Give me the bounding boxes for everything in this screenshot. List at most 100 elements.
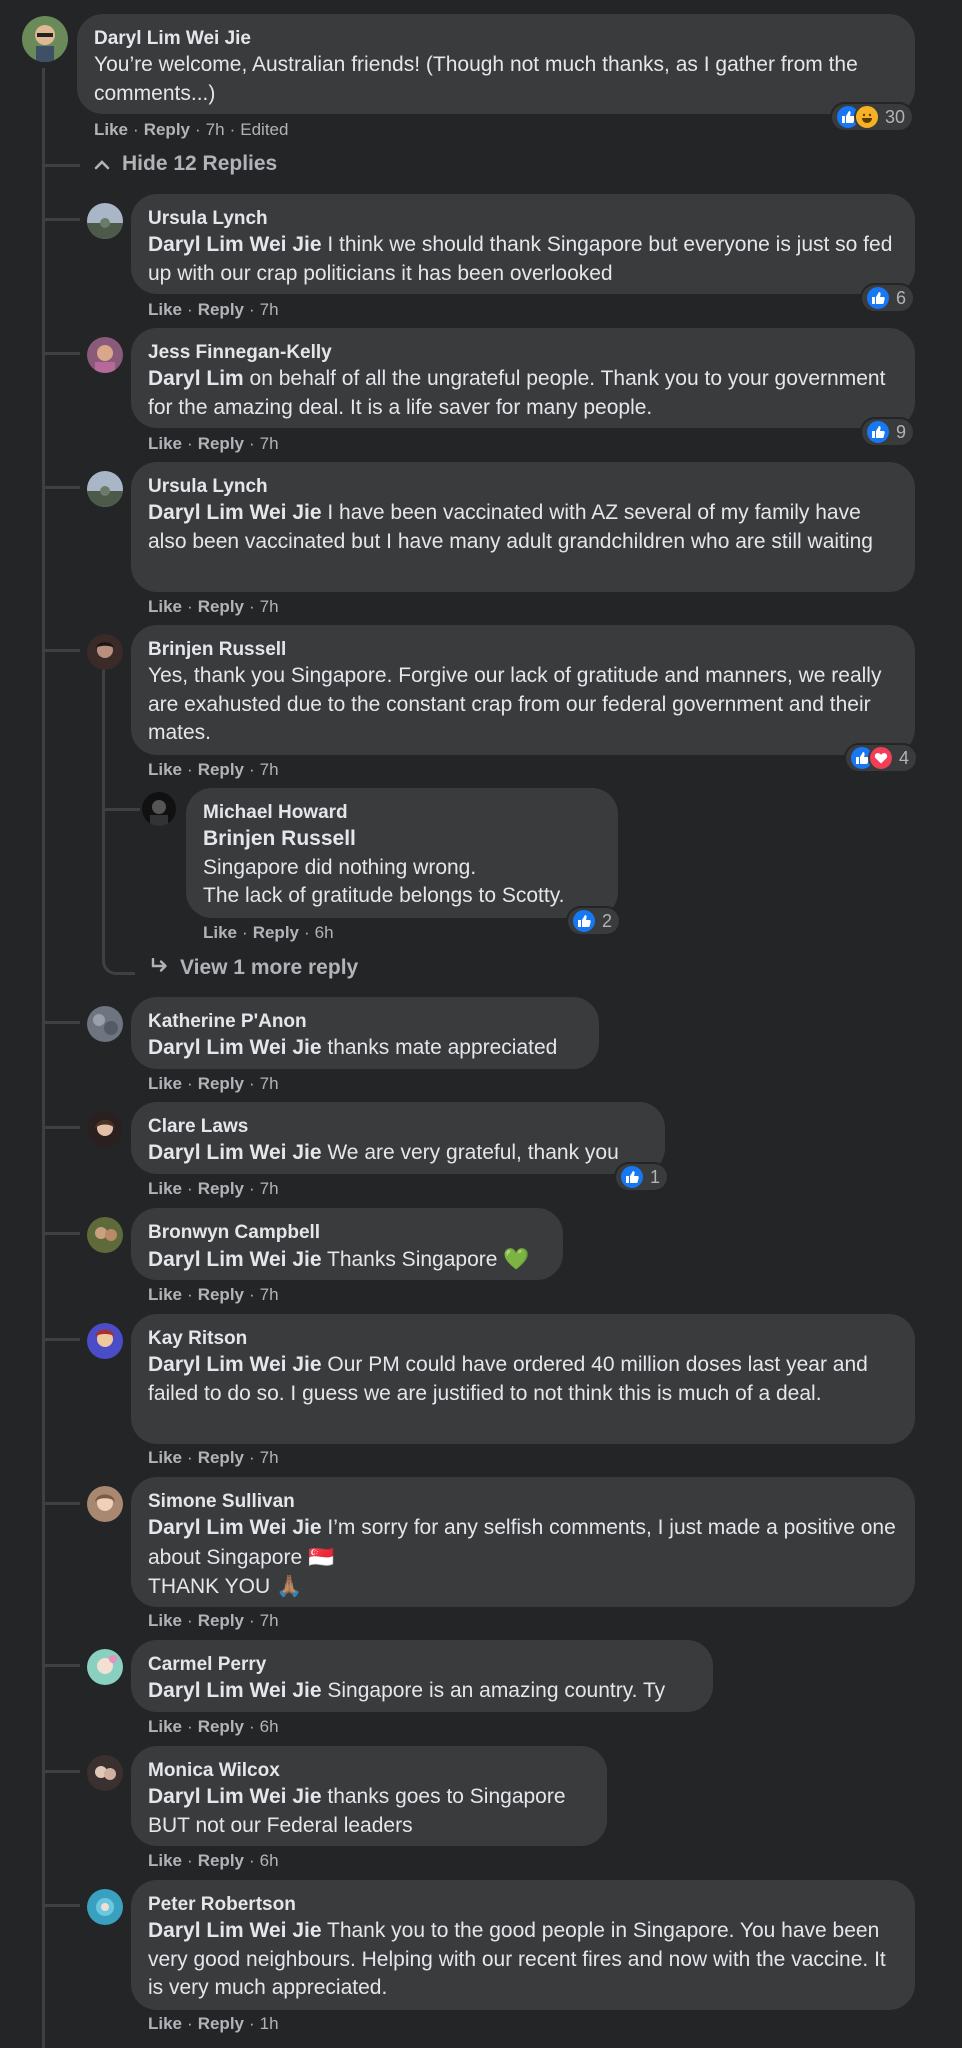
reply-button[interactable]: Reply [198, 1448, 244, 1467]
reply-button[interactable]: Reply [198, 597, 244, 616]
comment-author[interactable]: Brinjen Russell [148, 638, 898, 662]
timestamp[interactable]: 7h [260, 1285, 279, 1304]
reply-button[interactable]: Reply [198, 300, 244, 319]
reply-button[interactable]: Reply [198, 434, 244, 453]
like-button[interactable]: Like [94, 120, 128, 139]
reaction-summary[interactable]: 9 [862, 419, 914, 445]
comment-author[interactable]: Bronwyn Campbell [148, 1221, 546, 1245]
mention-link[interactable]: Daryl Lim Wei Jie [148, 1679, 322, 1702]
timestamp[interactable]: 7h [260, 1611, 279, 1630]
comment-author[interactable]: Clare Laws [148, 1115, 648, 1139]
like-button[interactable]: Like [148, 1611, 182, 1630]
reply-button[interactable]: Reply [144, 120, 190, 139]
like-button[interactable]: Like [148, 1285, 182, 1304]
timestamp[interactable]: 6h [260, 1851, 279, 1870]
comment-author[interactable]: Monica Wilcox [148, 1759, 590, 1783]
timestamp[interactable]: 7h [260, 1448, 279, 1467]
comment-author[interactable]: Ursula Lynch [148, 207, 898, 231]
comment-author[interactable]: Ursula Lynch [148, 475, 898, 499]
reply-button[interactable]: Reply [253, 923, 299, 942]
reply-bubble: Bronwyn Campbell Daryl Lim Wei Jie Thank… [131, 1208, 563, 1280]
mention-link[interactable]: Daryl Lim Wei Jie [148, 1353, 322, 1376]
timestamp[interactable]: 7h [206, 120, 225, 139]
reaction-summary[interactable]: 1 [616, 1164, 668, 1190]
avatar[interactable] [87, 1486, 123, 1522]
avatar[interactable] [87, 1889, 123, 1925]
like-button[interactable]: Like [148, 1179, 182, 1198]
reaction-summary[interactable]: 6 [862, 285, 914, 311]
timestamp[interactable]: 7h [260, 300, 279, 319]
mention-link[interactable]: Daryl Lim [148, 367, 244, 390]
reaction-summary[interactable]: 2 [568, 908, 620, 934]
like-button[interactable]: Like [148, 1448, 182, 1467]
like-button[interactable]: Like [148, 2014, 182, 2033]
avatar[interactable] [142, 792, 176, 826]
singapore-flag-emoji: 🇸🇬 [307, 1544, 335, 1569]
avatar[interactable] [87, 634, 123, 670]
like-button[interactable]: Like [148, 434, 182, 453]
avatar[interactable] [87, 203, 123, 239]
avatar[interactable] [87, 1649, 123, 1685]
reply-button[interactable]: Reply [198, 1851, 244, 1870]
avatar[interactable] [87, 1755, 123, 1791]
like-button[interactable]: Like [148, 300, 182, 319]
timestamp[interactable]: 7h [260, 1179, 279, 1198]
comment-text: Brinjen Russell Singapore did nothing wr… [203, 825, 601, 911]
reply-button[interactable]: Reply [198, 1285, 244, 1304]
reply-bubble: Monica Wilcox Daryl Lim Wei Jie thanks g… [131, 1746, 607, 1846]
like-button[interactable]: Like [148, 1717, 182, 1736]
reply-button[interactable]: Reply [198, 760, 244, 779]
comment-text: Daryl Lim Wei Jie We are very grateful, … [148, 1141, 619, 1164]
reply-button[interactable]: Reply [198, 1611, 244, 1630]
mention-link[interactable]: Daryl Lim Wei Jie [148, 1516, 322, 1539]
like-button[interactable]: Like [148, 1074, 182, 1093]
reaction-count: 6 [896, 287, 907, 308]
reaction-summary[interactable]: 30 [832, 104, 913, 130]
timestamp[interactable]: 7h [260, 760, 279, 779]
view-more-replies-button[interactable]: View 1 more reply [150, 956, 358, 980]
avatar[interactable] [87, 1323, 123, 1359]
mention-link[interactable]: Daryl Lim Wei Jie [148, 1141, 322, 1164]
like-button[interactable]: Like [148, 597, 182, 616]
comment-author[interactable]: Michael Howard [203, 801, 601, 825]
avatar[interactable] [87, 337, 123, 373]
timestamp[interactable]: 6h [315, 923, 334, 942]
mention-link[interactable]: Daryl Lim Wei Jie [148, 1785, 322, 1808]
reply-button[interactable]: Reply [198, 1074, 244, 1093]
like-button[interactable]: Like [203, 923, 237, 942]
comment-author[interactable]: Jess Finnegan-Kelly [148, 341, 898, 365]
reply-connector [42, 330, 80, 355]
comment-author[interactable]: Carmel Perry [148, 1653, 696, 1677]
reply-arrow-icon [150, 956, 170, 980]
like-button[interactable]: Like [148, 760, 182, 779]
mention-link[interactable]: Daryl Lim Wei Jie [148, 1036, 322, 1059]
comment-author[interactable]: Simone Sullivan [148, 1490, 898, 1514]
hide-replies-button[interactable]: Hide 12 Replies [94, 152, 277, 176]
reaction-summary[interactable]: 4 [846, 745, 917, 771]
timestamp[interactable]: 7h [260, 1074, 279, 1093]
avatar[interactable] [87, 1006, 123, 1042]
reply-button[interactable]: Reply [198, 1717, 244, 1736]
timestamp[interactable]: 6h [260, 1717, 279, 1736]
comment-author[interactable]: Daryl Lim Wei Jie [94, 27, 898, 51]
comment-author[interactable]: Kay Ritson [148, 1327, 898, 1351]
reply-button[interactable]: Reply [198, 1179, 244, 1198]
comment-text: Daryl Lim Wei Jie Thanks Singapore 💚 [148, 1247, 530, 1271]
avatar[interactable] [87, 1217, 123, 1253]
mention-link[interactable]: Daryl Lim Wei Jie [148, 501, 322, 524]
comment-author[interactable]: Peter Robertson [148, 1893, 898, 1917]
avatar[interactable] [87, 471, 123, 507]
like-button[interactable]: Like [148, 1851, 182, 1870]
mention-link[interactable]: Daryl Lim Wei Jie [148, 233, 322, 256]
avatar[interactable] [87, 1111, 123, 1147]
mention-link[interactable]: Daryl Lim Wei Jie [148, 1919, 322, 1942]
avatar[interactable] [22, 16, 68, 62]
reply-button[interactable]: Reply [198, 2014, 244, 2033]
timestamp[interactable]: 1h [260, 2014, 279, 2033]
timestamp[interactable]: 7h [260, 434, 279, 453]
mention-link[interactable]: Daryl Lim Wei Jie [148, 1248, 322, 1271]
reply-connector [42, 627, 80, 652]
timestamp[interactable]: 7h [260, 597, 279, 616]
mention-link[interactable]: Brinjen Russell [203, 825, 601, 854]
comment-author[interactable]: Katherine P'Anon [148, 1010, 582, 1034]
